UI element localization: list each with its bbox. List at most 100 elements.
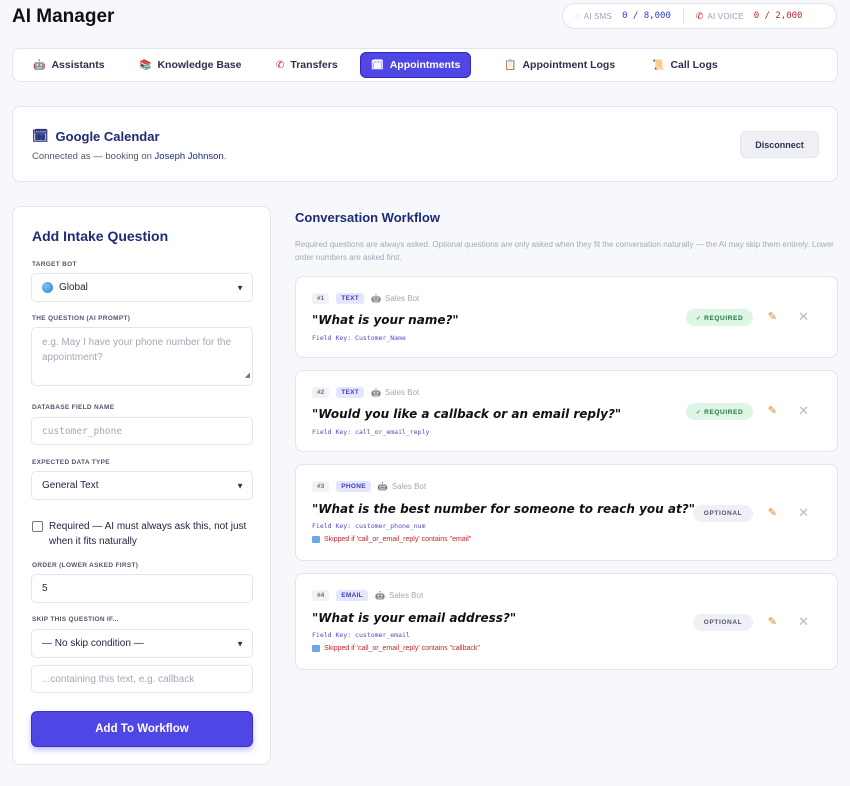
- skip-label: SKIP THIS QUESTION IF...: [32, 616, 119, 623]
- calendar-connection-status: Connected as — booking on Joseph Johnson…: [32, 151, 226, 162]
- status-badge: OPTIONAL: [693, 505, 753, 522]
- skip-text-input[interactable]: ...containing this text, e.g. callback: [31, 665, 253, 693]
- workflow-question: #4 EMAIL 🤖 Sales Bot "What is your email …: [295, 573, 838, 670]
- field-key: Field Key: Customer_Name: [312, 334, 406, 342]
- globe-icon: [42, 282, 53, 293]
- skip-condition-value: — No skip condition —: [42, 638, 144, 649]
- skip-condition: Skipped if 'call_or_email_reply' contain…: [312, 536, 471, 543]
- field-name-input[interactable]: customer_phone: [31, 417, 253, 445]
- question-text: "What is your name?": [312, 313, 459, 327]
- question-type-badge: EMAIL: [336, 590, 368, 601]
- voice-quota-value: 0 / 2,000: [753, 11, 803, 21]
- usage-quota: ◌ AI SMS 0 / 8,000 ✆ AI VOICE 0 / 2,000: [562, 3, 837, 29]
- tab-assistants[interactable]: 🤖 Assistants: [23, 52, 115, 78]
- field-name-placeholder: customer_phone: [42, 425, 123, 437]
- delete-icon[interactable]: ✕: [798, 614, 809, 630]
- skip-text-placeholder: ...containing this text, e.g. callback: [42, 673, 195, 685]
- skip-text: Skipped if 'call_or_email_reply' contain…: [324, 536, 472, 543]
- required-option: Required — AI must always ask this, not …: [32, 519, 257, 549]
- question-order: #3: [312, 481, 330, 492]
- field-key: Field Key: customer_email: [312, 631, 410, 639]
- sms-quota-value: 0 / 8,000: [622, 11, 671, 21]
- workflow-question: #1 TEXT 🤖 Sales Bot "What is your name?" …: [295, 276, 838, 358]
- main-tabs: 🤖 Assistants 📚 Knowledge Base ✆ Transfer…: [12, 48, 838, 82]
- disconnect-button[interactable]: Disconnect: [740, 131, 819, 158]
- robot-icon: 🤖: [33, 59, 46, 71]
- order-input[interactable]: 5: [31, 574, 253, 603]
- bot-name: Sales Bot: [391, 482, 427, 491]
- sms-icon: ◌: [575, 11, 580, 21]
- question-meta: #2 TEXT 🤖 Sales Bot: [312, 387, 419, 398]
- question-placeholder: e.g. May I have your phone number for th…: [42, 337, 231, 363]
- workflow-question: #3 PHONE 🤖 Sales Bot "What is the best nu…: [295, 464, 838, 561]
- field-key: Field Key: call_or_email_reply: [312, 428, 430, 436]
- skip-condition: Skipped if 'call_or_email_reply' contain…: [312, 645, 480, 652]
- phone-icon: ✆: [695, 10, 704, 21]
- data-type-value: General Text: [42, 480, 99, 491]
- question-meta: #3 PHONE 🤖 Sales Bot: [312, 481, 426, 492]
- connected-prefix: Connected as — booking on: [32, 151, 152, 162]
- connected-user: Joseph Johnson: [154, 151, 224, 162]
- target-bot-label: TARGET BOT: [32, 261, 77, 268]
- data-type-select[interactable]: General Text ▼: [31, 471, 253, 500]
- question-label: THE QUESTION (AI PROMPT): [32, 315, 131, 322]
- resize-grip-icon[interactable]: ◢: [245, 368, 250, 383]
- sms-quota: ◌ AI SMS 0 / 8,000: [575, 11, 671, 21]
- quota-divider: [682, 9, 684, 23]
- question-meta: #4 EMAIL 🤖 Sales Bot: [312, 590, 423, 601]
- bot-name: Sales Bot: [388, 591, 424, 600]
- status-badge: OPTIONAL: [693, 614, 753, 631]
- question-bot: 🤖 Sales Bot: [378, 482, 426, 491]
- calendar-icon: 🗓: [371, 59, 384, 71]
- question-bot: 🤖 Sales Bot: [371, 294, 419, 303]
- target-bot-select[interactable]: Global ▼: [31, 273, 253, 302]
- question-textarea[interactable]: e.g. May I have your phone number for th…: [31, 327, 253, 386]
- edit-pencil-icon[interactable]: ✎: [768, 615, 777, 628]
- workflow-description: Required questions are always asked. Opt…: [295, 240, 834, 262]
- tab-appointments[interactable]: 🗓 Appointments: [360, 52, 472, 78]
- chevron-down-icon: ▼: [236, 639, 244, 648]
- tab-label: Call Logs: [670, 59, 718, 71]
- skip-text: Skipped if 'call_or_email_reply' contain…: [324, 645, 480, 652]
- question-type-badge: TEXT: [336, 387, 365, 398]
- delete-icon[interactable]: ✕: [798, 505, 809, 521]
- clipboard-icon: 📋: [504, 59, 517, 71]
- add-question-form: Add Intake Question TARGET BOT Global ▼ …: [12, 206, 271, 765]
- calendar-title: 🗓 Google Calendar: [32, 128, 160, 144]
- robot-icon: 🤖: [377, 482, 388, 491]
- robot-icon: 🤖: [374, 591, 385, 600]
- required-label: Required — AI must always ask this, not …: [49, 521, 247, 547]
- workflow-title: Conversation Workflow: [295, 210, 440, 225]
- voice-quota: ✆ AI VOICE 0 / 2,000: [696, 11, 803, 22]
- data-type-label: EXPECTED DATA TYPE: [32, 459, 110, 466]
- connected-suffix: .: [223, 151, 227, 162]
- workflow-question: #2 TEXT 🤖 Sales Bot "Would you like a cal…: [295, 370, 838, 452]
- tab-knowledge-base[interactable]: 📚 Knowledge Base: [129, 52, 251, 78]
- tab-call-logs[interactable]: 📜 Call Logs: [642, 52, 728, 78]
- question-order: #2: [312, 387, 330, 398]
- question-text: "What is the best number for someone to …: [312, 502, 695, 516]
- field-key: Field Key: customer_phone_num: [312, 522, 426, 530]
- delete-icon[interactable]: ✕: [798, 403, 809, 419]
- bot-name: Sales Bot: [385, 294, 420, 303]
- skip-condition-select[interactable]: — No skip condition — ▼: [31, 629, 253, 658]
- tab-label: Assistants: [51, 59, 105, 71]
- delete-icon[interactable]: ✕: [798, 309, 809, 325]
- question-order: #4: [312, 590, 330, 601]
- edit-pencil-icon[interactable]: ✎: [768, 310, 777, 323]
- tab-appointment-logs[interactable]: 📋 Appointment Logs: [494, 52, 625, 78]
- skip-icon: [312, 536, 320, 543]
- voice-quota-label: AI VOICE: [707, 11, 744, 21]
- edit-pencil-icon[interactable]: ✎: [768, 404, 777, 417]
- add-to-workflow-button[interactable]: Add To Workflow: [31, 711, 253, 747]
- question-type-badge: TEXT: [336, 293, 365, 304]
- tab-transfers[interactable]: ✆ Transfers: [266, 52, 348, 78]
- app-title: AI Manager: [12, 6, 115, 27]
- edit-pencil-icon[interactable]: ✎: [768, 506, 777, 519]
- status-badge: ✓ REQUIRED: [686, 403, 753, 420]
- question-bot: 🤖 Sales Bot: [375, 591, 423, 600]
- chevron-down-icon: ▼: [236, 481, 244, 490]
- order-value: 5: [42, 583, 48, 594]
- required-checkbox[interactable]: [32, 521, 43, 532]
- books-icon: 📚: [139, 59, 152, 71]
